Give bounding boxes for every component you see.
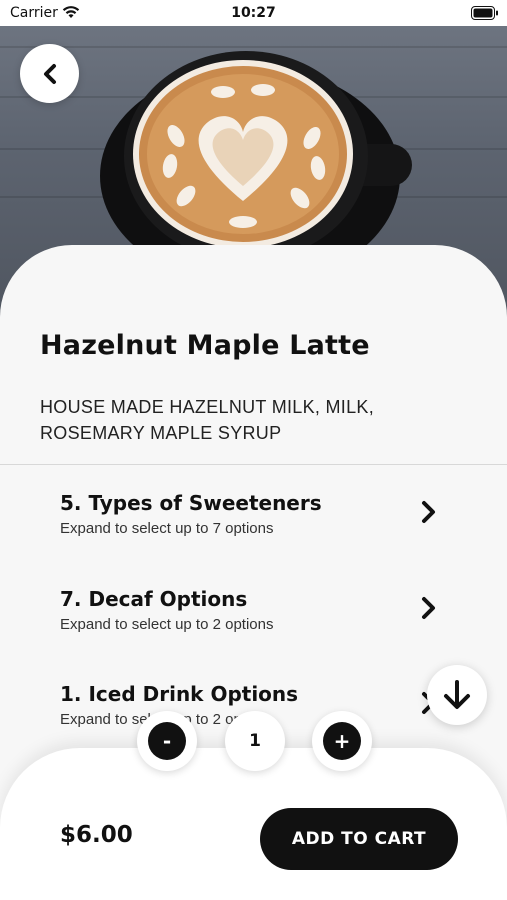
plus-icon: + [323,722,361,760]
quantity-increase-button[interactable]: + [312,711,372,771]
chevron-right-icon [422,501,435,523]
chevron-right-icon [422,597,435,619]
battery-icon [471,6,498,20]
add-to-cart-button[interactable]: ADD TO CART [260,808,458,870]
arrow-down-icon [444,680,470,709]
option-title: 1. Iced Drink Options [60,682,299,706]
option-subtitle: Expand to select up to 2 options [60,616,274,633]
back-button[interactable] [20,44,79,103]
chevron-left-icon [43,63,56,84]
option-title: 7. Decaf Options [60,587,248,611]
clock: 10:27 [231,5,276,21]
price-label: $6.00 [60,822,133,848]
option-subtitle: Expand to select up to 7 options [60,520,274,537]
quantity-decrease-button[interactable]: - [137,711,197,771]
scroll-down-button[interactable] [427,665,487,725]
minus-icon: - [148,722,186,760]
divider [0,464,507,465]
option-title: 5. Types of Sweeteners [60,491,322,515]
product-title: Hazelnut Maple Latte [40,330,370,361]
option-row-decaf[interactable]: 7. Decaf Options Expand to select up to … [0,587,507,677]
status-bar: Carrier 10:27 [0,0,507,26]
quantity-value: 1 [225,711,285,771]
product-description: HOUSE MADE HAZELNUT MILK, MILK, ROSEMARY… [40,397,375,443]
option-row-sweeteners[interactable]: 5. Types of Sweeteners Expand to select … [0,491,507,581]
